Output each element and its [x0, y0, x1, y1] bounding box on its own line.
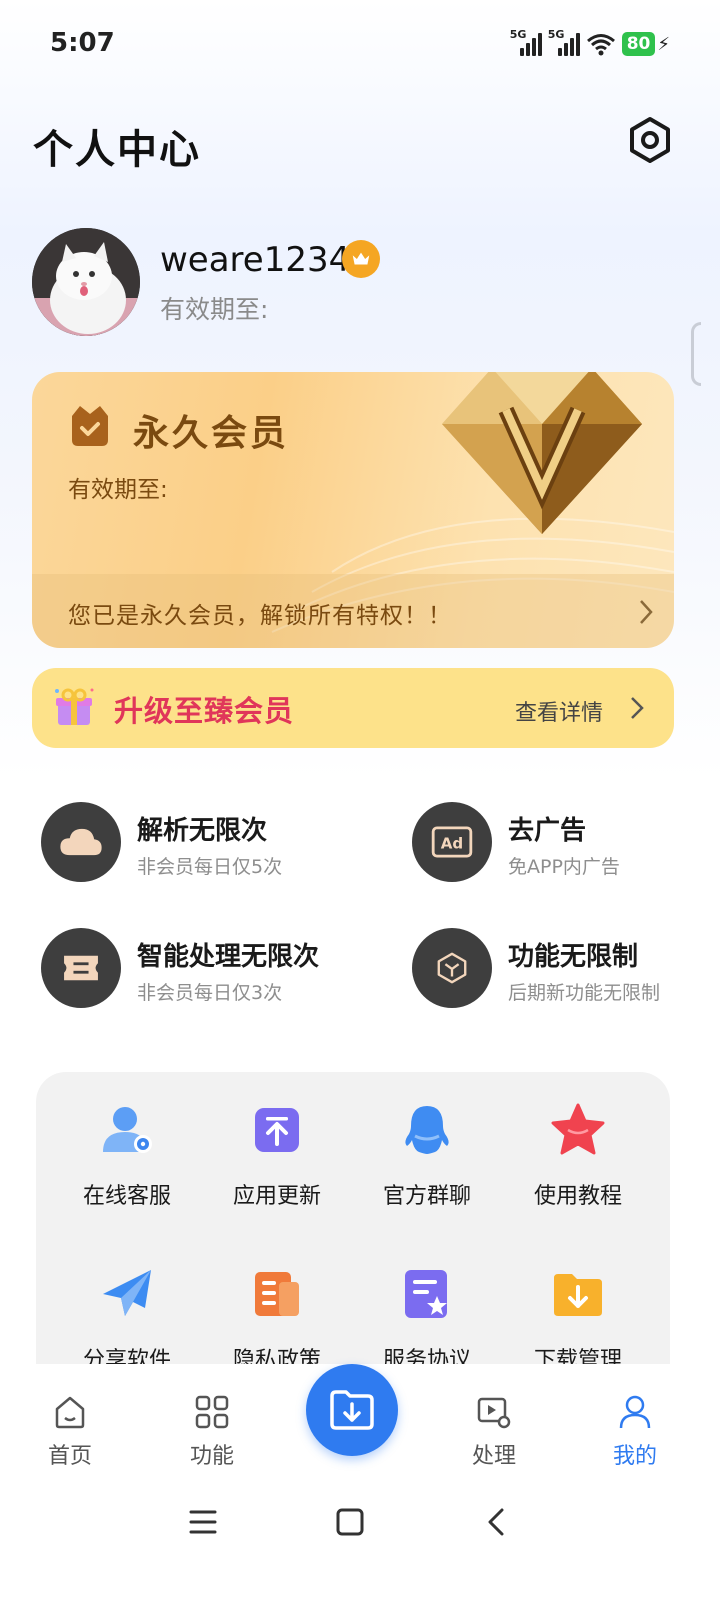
star-icon [551, 1103, 605, 1155]
menu-icon[interactable] [183, 1502, 223, 1542]
perk-subtitle: 非会员每日仅3次 [137, 982, 283, 1004]
status-time: 5:07 [50, 28, 115, 58]
perk-subtitle: 免APP内广告 [508, 856, 620, 878]
center-download-button[interactable] [306, 1364, 398, 1456]
grid-icon [195, 1395, 229, 1429]
document-icon [255, 1272, 299, 1316]
vip-shield-icon [72, 406, 108, 446]
tool-tutorial[interactable]: 使用教程 [503, 1072, 653, 1209]
tool-label: 官方群聊 [382, 1184, 471, 1209]
status-icons: 5G 5G 80 ⚡ [509, 28, 670, 56]
svg-text:Ad: Ad [441, 835, 463, 853]
user-icon [619, 1395, 651, 1429]
paper-plane-icon [103, 1270, 151, 1316]
vip-crown-icon [342, 240, 380, 278]
settings-gear-icon[interactable] [626, 116, 674, 164]
nav-home[interactable]: 首页 [30, 1394, 110, 1474]
cloud-icon [41, 802, 121, 882]
customer-service-icon [103, 1107, 152, 1153]
ticket-icon [41, 928, 121, 1008]
vip-card: 永久会员 有效期至: 您已是永久会员，解锁所有特权！！ [32, 372, 674, 648]
tool-privacy-policy[interactable]: 隐私政策 [202, 1236, 352, 1364]
perk-title: 解析无限次 [137, 816, 268, 846]
perk-title: 去广告 [508, 816, 587, 846]
view-details-link[interactable]: 查看详情 [515, 695, 603, 727]
cat-avatar-image [32, 228, 140, 336]
charging-icon: ⚡ [657, 33, 670, 55]
nav-label: 处理 [471, 1444, 516, 1469]
tool-official-group[interactable]: 官方群聊 [352, 1072, 502, 1209]
perk-unlimited-parsing: 解析无限次 非会员每日仅5次 [41, 802, 341, 884]
battery-icon: 80 ⚡ [621, 32, 670, 56]
tool-label: 使用教程 [533, 1184, 622, 1209]
tool-label: 服务协议 [382, 1348, 471, 1364]
back-icon[interactable] [478, 1502, 518, 1542]
signal-icon: 5G [509, 28, 542, 56]
ad-icon: Ad [412, 802, 492, 882]
nav-label: 我的 [612, 1444, 657, 1469]
page-title: 个人中心 [33, 127, 201, 173]
tool-label: 应用更新 [232, 1184, 321, 1209]
avatar[interactable] [32, 228, 140, 336]
tools-panel: 在线客服 应用更新 官方群聊 使用教程 分享软件 隐私政策 服务协议 下载管理 [36, 1072, 670, 1364]
gift-icon [55, 688, 94, 725]
upgrade-title: 升级至臻会员 [114, 694, 295, 728]
nav-mine[interactable]: 我的 [595, 1394, 675, 1474]
signal-icon: 5G [547, 28, 580, 56]
download-folder-icon [330, 1390, 374, 1430]
vip-status-banner[interactable]: 您已是永久会员，解锁所有特权！！ [32, 574, 674, 648]
tool-label: 分享软件 [82, 1348, 171, 1364]
nav-label: 首页 [47, 1444, 92, 1469]
tool-label: 隐私政策 [232, 1348, 321, 1364]
nav-process[interactable]: 处理 [454, 1394, 534, 1474]
network-type: 5G [547, 28, 565, 41]
tool-service-agreement[interactable]: 服务协议 [352, 1236, 502, 1364]
perk-unlimited-processing: 智能处理无限次 非会员每日仅3次 [41, 928, 341, 1010]
perk-no-ads: Ad 去广告 免APP内广告 [412, 802, 712, 884]
perk-title: 智能处理无限次 [137, 942, 320, 972]
perk-title: 功能无限制 [508, 942, 639, 972]
cube-icon [412, 928, 492, 1008]
tool-customer-service[interactable]: 在线客服 [52, 1072, 202, 1209]
upgrade-banner[interactable]: 升级至臻会员 查看详情 [32, 668, 674, 748]
perk-unlimited-features: 功能无限制 后期新功能无限制 [412, 928, 712, 1010]
side-drawer-handle[interactable] [691, 322, 701, 386]
video-settings-icon [477, 1397, 511, 1429]
download-folder-icon [554, 1274, 602, 1316]
nav-label: 功能 [189, 1444, 234, 1469]
network-type: 5G [509, 28, 527, 41]
nav-features[interactable]: 功能 [172, 1394, 252, 1474]
status-bar: 5:07 5G 5G 80 ⚡ [0, 0, 720, 90]
home-square-icon[interactable] [330, 1502, 370, 1542]
tool-download-manager[interactable]: 下载管理 [503, 1236, 653, 1364]
vip-status-text: 您已是永久会员，解锁所有特权！！ [68, 603, 452, 629]
qq-penguin-icon [405, 1106, 449, 1154]
battery-level: 80 [621, 32, 656, 56]
tool-app-update[interactable]: 应用更新 [202, 1072, 352, 1209]
tool-label: 下载管理 [533, 1348, 622, 1364]
wifi-icon [586, 34, 615, 56]
vip-title: 永久会员 [133, 413, 290, 454]
perk-subtitle: 后期新功能无限制 [508, 982, 661, 1004]
home-icon [55, 1396, 85, 1429]
profile-expiry: 有效期至: [160, 295, 269, 324]
tool-label: 在线客服 [82, 1184, 171, 1209]
app-update-icon [255, 1108, 299, 1152]
chevron-right-icon [640, 600, 653, 624]
agreement-icon [405, 1270, 447, 1318]
username: weare1234 [160, 240, 351, 280]
tool-share-app[interactable]: 分享软件 [52, 1236, 202, 1364]
perk-subtitle: 非会员每日仅5次 [137, 856, 283, 878]
chevron-right-icon [631, 697, 644, 719]
diamond-v-icon [442, 372, 642, 534]
vip-expiry: 有效期至: [68, 477, 168, 503]
